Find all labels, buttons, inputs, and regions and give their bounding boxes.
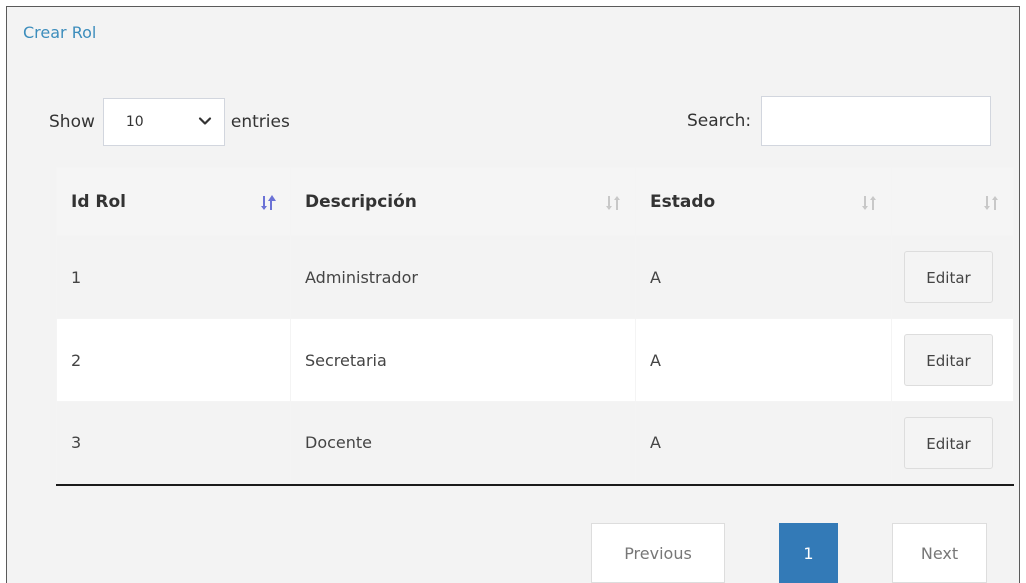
- table-row: 2 Secretaria A Editar: [56, 318, 1014, 402]
- column-header-label: Id Rol: [71, 191, 127, 212]
- previous-page-button[interactable]: Previous: [591, 523, 725, 583]
- table-row: 3 Docente A Editar: [56, 401, 1014, 486]
- create-role-link[interactable]: Crear Rol: [23, 23, 96, 42]
- cell-estado: A: [635, 318, 892, 402]
- cell-descripcion: Administrador: [290, 235, 636, 319]
- page-number-button[interactable]: 1: [779, 523, 838, 583]
- search-control: Search:: [687, 96, 992, 146]
- column-header-id-rol[interactable]: Id Rol: [56, 167, 291, 236]
- cell-estado: A: [635, 235, 892, 319]
- cell-id-rol: 3: [56, 401, 291, 486]
- column-header-label: Estado: [650, 191, 716, 212]
- column-header-descripcion[interactable]: Descripción: [290, 167, 636, 236]
- cell-actions: Editar: [891, 318, 1014, 402]
- sort-asc-icon: [261, 195, 276, 210]
- column-header-estado[interactable]: Estado: [635, 167, 892, 236]
- edit-button[interactable]: Editar: [904, 334, 993, 386]
- cell-actions: Editar: [891, 235, 1014, 319]
- search-input[interactable]: [761, 96, 992, 146]
- datatable-panel: Crear Rol Show 10 entries Search: Id Rol: [6, 6, 1020, 583]
- entries-select-value: 10: [125, 114, 144, 130]
- cell-actions: Editar: [891, 401, 1014, 486]
- cell-id-rol: 1: [56, 235, 291, 319]
- next-page-button[interactable]: Next: [892, 523, 987, 583]
- roles-table: Id Rol Descripción Estado 1 Administrado…: [56, 167, 1014, 486]
- show-label: Show: [49, 112, 95, 132]
- entries-select[interactable]: 10: [102, 98, 225, 146]
- edit-button[interactable]: Editar: [904, 251, 993, 303]
- entries-length-control: Show 10 entries: [49, 97, 290, 147]
- table-header-row: Id Rol Descripción Estado: [56, 167, 1014, 236]
- cell-estado: A: [635, 401, 892, 486]
- sort-both-icon: [606, 196, 620, 210]
- entries-label: entries: [230, 112, 290, 132]
- cell-descripcion: Secretaria: [290, 318, 636, 402]
- table-row: 1 Administrador A Editar: [56, 235, 1014, 319]
- sort-both-icon: [862, 196, 876, 210]
- column-header-label: Descripción: [305, 191, 417, 212]
- edit-button[interactable]: Editar: [904, 416, 993, 469]
- cell-id-rol: 2: [56, 318, 291, 402]
- search-label: Search:: [687, 111, 752, 131]
- chevron-down-icon: [198, 117, 211, 125]
- cell-descripcion: Docente: [290, 401, 636, 486]
- sort-both-icon: [984, 196, 998, 210]
- column-header-actions[interactable]: [891, 167, 1014, 236]
